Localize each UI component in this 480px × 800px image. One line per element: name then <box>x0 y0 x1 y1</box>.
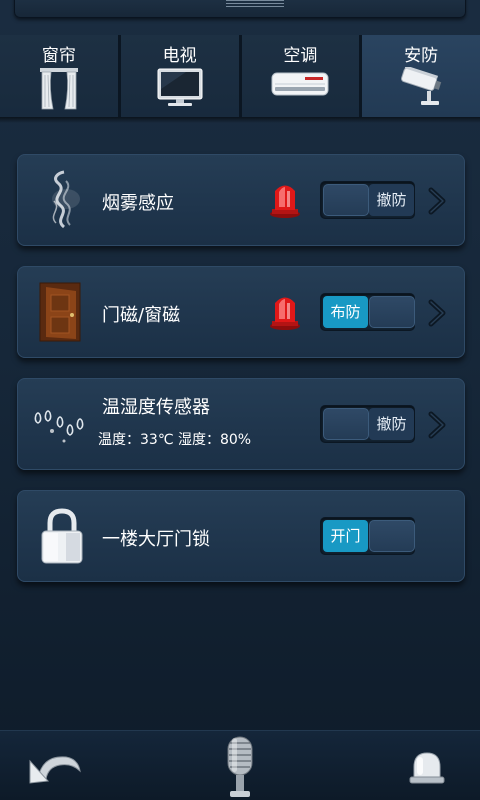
chevron-right-icon[interactable] <box>426 187 448 215</box>
switch-knob[interactable] <box>323 184 369 216</box>
arm-toggle-switch[interactable]: 撤防 <box>320 405 415 443</box>
smoke-icon <box>52 170 80 229</box>
switch-label: 布防 <box>323 296 368 328</box>
device-name: 一楼大厅门锁 <box>102 529 210 550</box>
water-drops-icon <box>34 410 84 443</box>
air-conditioner-icon <box>271 72 329 96</box>
device-card-temp-humidity[interactable]: 温湿度传感器 温度：33℃ 湿度：80% 撤防 <box>17 378 465 470</box>
tab-tv[interactable]: 电视 <box>120 35 242 117</box>
grip-handle-icon[interactable] <box>226 0 284 7</box>
device-name: 烟雾感应 <box>102 193 174 214</box>
device-name: 门磁/窗磁 <box>102 305 181 326</box>
microphone-icon[interactable] <box>220 735 260 800</box>
switch-knob[interactable] <box>323 408 369 440</box>
switch-label: 撤防 <box>369 184 414 216</box>
tab-air-conditioner[interactable]: 空调 <box>241 35 363 117</box>
tab-label: 空调 <box>283 46 318 66</box>
alarm-bell-icon[interactable] <box>408 751 446 785</box>
switch-label: 开门 <box>323 520 368 552</box>
tab-security[interactable]: 安防 <box>362 35 480 117</box>
back-arrow-icon[interactable] <box>28 749 82 785</box>
tv-icon <box>157 68 203 106</box>
category-tabs: 窗帘 电视 空调 安防 <box>0 35 480 117</box>
tab-label: 安防 <box>404 46 439 66</box>
device-card-door-lock[interactable]: 一楼大厅门锁 开门 <box>17 490 465 582</box>
switch-label: 撤防 <box>369 408 414 440</box>
arm-toggle-switch[interactable]: 布防 <box>320 293 415 331</box>
tab-curtain[interactable]: 窗帘 <box>0 35 121 117</box>
padlock-icon <box>41 508 83 564</box>
bottom-toolbar <box>0 730 480 800</box>
arm-toggle-switch[interactable]: 撤防 <box>320 181 415 219</box>
top-pull-panel[interactable] <box>14 0 466 18</box>
device-card-smoke[interactable]: 烟雾感应 撤防 <box>17 154 465 246</box>
device-name: 温湿度传感器 <box>102 397 210 418</box>
switch-knob[interactable] <box>369 296 415 328</box>
temperature-humidity-readout: 温度：33℃ 湿度：80% <box>98 432 252 448</box>
red-alarm-light-icon <box>270 185 300 218</box>
chevron-right-icon[interactable] <box>426 299 448 327</box>
curtain-icon <box>39 68 78 110</box>
tab-label: 电视 <box>162 46 197 66</box>
chevron-right-icon[interactable] <box>426 411 448 439</box>
device-card-door-window[interactable]: 门磁/窗磁 布防 <box>17 266 465 358</box>
red-alarm-light-icon <box>270 297 300 330</box>
door-icon <box>39 282 81 342</box>
door-lock-toggle-switch[interactable]: 开门 <box>320 517 415 555</box>
tabs-shadow <box>0 117 480 123</box>
security-camera-icon <box>401 67 442 105</box>
switch-knob[interactable] <box>369 520 415 552</box>
tab-label: 窗帘 <box>41 46 76 66</box>
